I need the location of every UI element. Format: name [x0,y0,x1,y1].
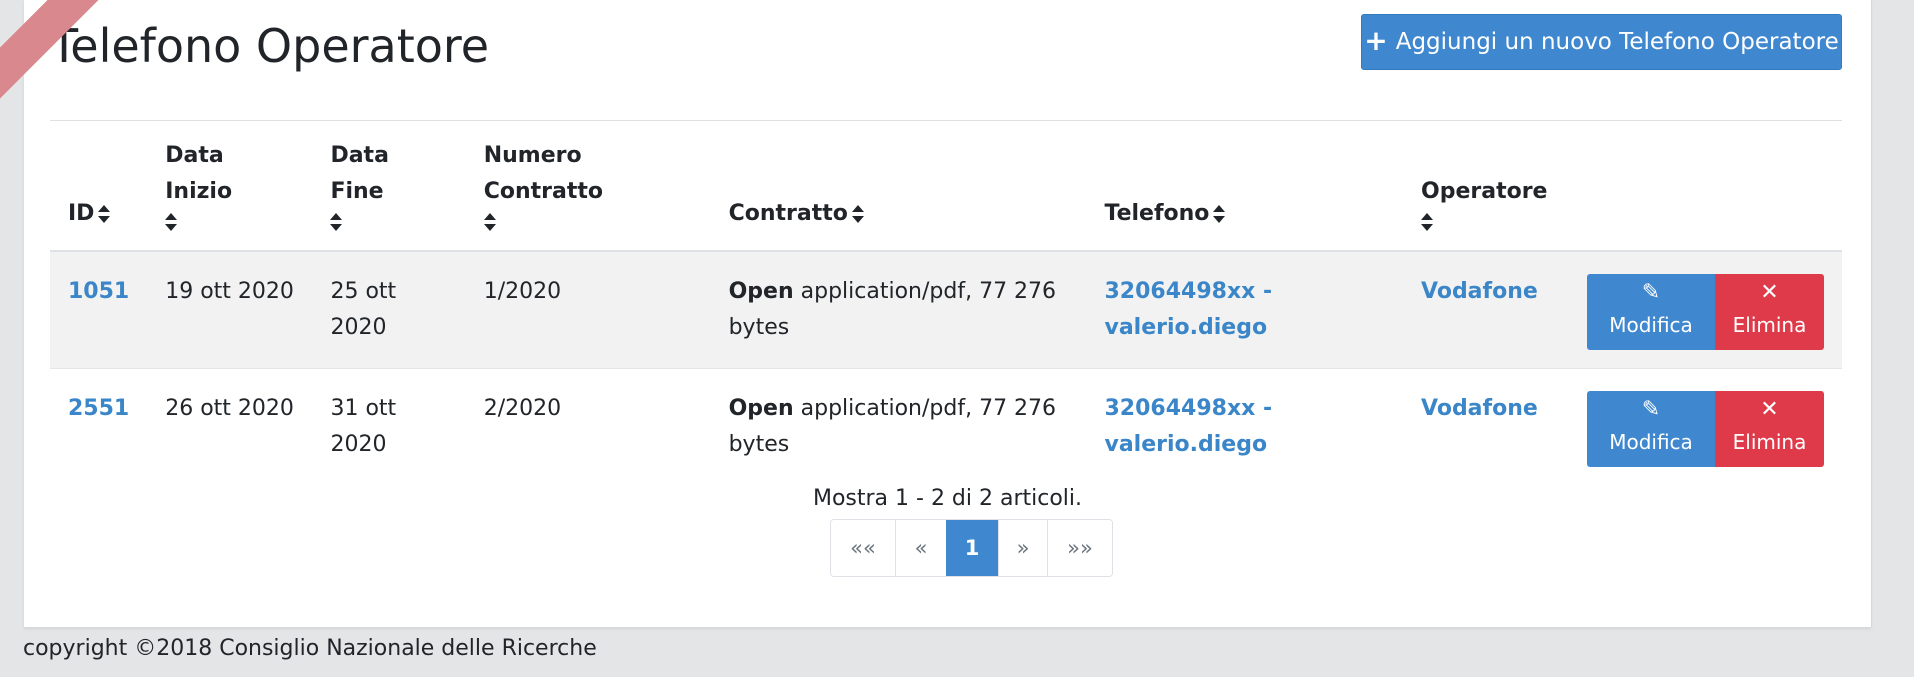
data-inizio-cell: 26 ott 2020 [147,368,313,485]
data-fine-cell: 31 ott 2020 [312,368,466,485]
table-row: 1051 19 ott 2020 25 ott 2020 1/2020 Open… [50,250,1842,369]
row-id-link[interactable]: 2551 [68,396,129,421]
sort-icon [1421,212,1433,232]
pagination-page-current[interactable]: 1 [946,520,998,576]
telefono-link[interactable]: 32064498xx - valerio.diego [1104,396,1272,457]
column-header-contratto[interactable]: Contratto [710,128,1087,252]
add-telefono-operatore-button[interactable]: + Aggiungi un nuovo Telefono Operatore [1361,14,1842,70]
telefono-link[interactable]: 32064498xx - valerio.diego [1104,279,1272,340]
column-header-data-inizio[interactable]: Data Inizio [147,128,313,252]
sort-icon [330,212,343,232]
row-actions: ✎ Modifica ✕ Elimina [1569,368,1842,485]
table-row: 2551 26 ott 2020 31 ott 2020 2/2020 Open… [50,368,1842,485]
column-header-telefono[interactable]: Telefono [1086,128,1403,252]
panel-edge [1871,0,1872,627]
plus-icon: + [1364,24,1388,57]
edit-button[interactable]: ✎ Modifica [1587,274,1715,350]
column-header-operatore[interactable]: Operatore [1403,128,1569,252]
pencil-icon: ✎ [1641,397,1661,422]
telefono-operatore-table: ID Data Inizio Data Fine Numero Contratt… [50,128,1842,485]
open-contratto-link[interactable]: Open [729,396,794,421]
column-header-id[interactable]: ID [50,128,148,252]
pagination-next[interactable]: » [998,520,1047,576]
sort-icon [1213,204,1226,224]
pagination: «« « 1 » »» [830,519,1113,577]
sort-icon [483,212,496,232]
numero-contratto-cell: 2/2020 [465,368,711,485]
open-contratto-link[interactable]: Open [729,279,794,304]
pagination-first[interactable]: «« [831,520,895,576]
contratto-cell: Open application/pdf, 77 276 bytes [710,368,1087,485]
pagination-prev[interactable]: « [895,520,946,576]
table-header-row: ID Data Inizio Data Fine Numero Contratt… [50,128,1842,252]
data-inizio-cell: 19 ott 2020 [147,250,313,369]
delete-button[interactable]: ✕ Elimina [1715,391,1824,467]
column-header-data-fine[interactable]: Data Fine [312,128,466,252]
numero-contratto-cell: 1/2020 [465,250,711,369]
operatore-link[interactable]: Vodafone [1421,396,1538,421]
column-header-actions [1569,128,1842,252]
row-actions: ✎ Modifica ✕ Elimina [1569,250,1842,369]
pagination-last[interactable]: »» [1047,520,1112,576]
x-icon: ✕ [1760,280,1779,305]
column-header-numero-contratto[interactable]: Numero Contratto [465,128,711,252]
edit-button[interactable]: ✎ Modifica [1587,391,1715,467]
sort-icon [98,204,111,224]
pagination-summary: Mostra 1 - 2 di 2 articoli. [812,486,1083,511]
sort-icon [165,212,178,232]
pencil-icon: ✎ [1641,280,1661,305]
delete-button[interactable]: ✕ Elimina [1715,274,1824,350]
title-divider [50,120,1842,121]
row-id-link[interactable]: 1051 [68,279,129,304]
contratto-cell: Open application/pdf, 77 276 bytes [710,250,1087,369]
operatore-link[interactable]: Vodafone [1421,279,1538,304]
sort-icon [851,204,864,224]
main-panel: Telefono Operatore + Aggiungi un nuovo T… [24,0,1871,628]
x-icon: ✕ [1760,397,1779,422]
add-button-label: Aggiungi un nuovo Telefono Operatore [1395,29,1839,55]
footer-copyright: copyright ©2018 Consiglio Nazionale dell… [23,636,597,661]
data-fine-cell: 25 ott 2020 [312,250,466,369]
page-title: Telefono Operatore [50,19,490,73]
